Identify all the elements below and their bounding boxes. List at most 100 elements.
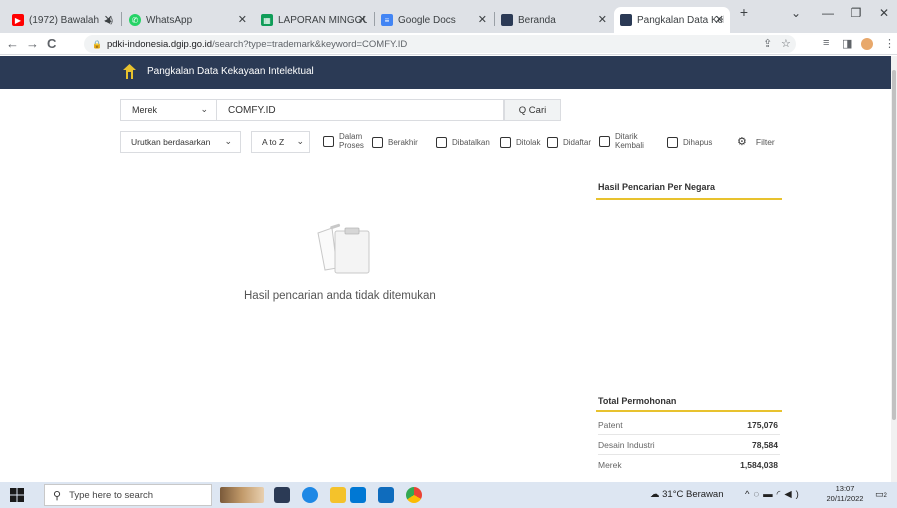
profile-avatar-icon[interactable] xyxy=(861,38,873,50)
chrome-icon[interactable] xyxy=(406,487,422,503)
close-window-button[interactable]: ✕ xyxy=(874,6,894,20)
notification-icon[interactable]: ▭2 xyxy=(875,489,889,501)
tab-separator xyxy=(121,12,122,26)
tab-search-icon[interactable]: ⌄ xyxy=(786,6,806,20)
site-title[interactable]: Pangkalan Data Kekayaan Intelektual xyxy=(147,66,314,77)
restore-button[interactable]: ❐ xyxy=(846,6,866,20)
back-icon[interactable]: ← xyxy=(6,36,19,51)
close-icon[interactable]: ✕ xyxy=(598,13,607,26)
menu-kebab-icon[interactable]: ⋮ xyxy=(884,37,895,50)
bookmark-star-icon[interactable]: ☆ xyxy=(781,37,791,50)
checkbox-berakhir[interactable]: Berakhir xyxy=(372,137,418,148)
checkbox-label: Ditolak xyxy=(516,138,541,147)
chevron-down-icon: ⌄ xyxy=(296,136,304,146)
search-button[interactable]: Q Cari xyxy=(504,99,561,121)
country-results-heading: Hasil Pencarian Per Negara xyxy=(598,182,716,192)
total-applications-heading: Total Permohonan xyxy=(598,396,677,406)
search-type-value: Merek xyxy=(132,105,158,115)
total-label: Merek xyxy=(598,460,622,470)
tab-title: (1972) Bawalah C xyxy=(29,14,100,26)
notification-count: 2 xyxy=(883,493,887,499)
close-icon[interactable]: ✕ xyxy=(478,13,487,26)
task-view-icon[interactable] xyxy=(274,487,290,503)
scrollbar-thumb[interactable] xyxy=(892,70,896,420)
store-icon[interactable] xyxy=(350,487,366,503)
empty-clipboard-icon xyxy=(317,223,370,274)
filter-button[interactable]: ⚙ Filter xyxy=(737,135,775,148)
reload-icon[interactable]: C xyxy=(47,36,56,51)
empty-result-message: Hasil pencarian anda tidak ditemukan xyxy=(244,290,436,302)
checkbox-box[interactable] xyxy=(436,137,447,148)
order-select-value: A to Z xyxy=(262,137,285,147)
address-bar[interactable]: 🔒 pdki-indonesia.dgip.go.id/search?type=… xyxy=(84,35,796,53)
tab-beranda[interactable]: Beranda ✕ xyxy=(495,7,613,33)
checkbox-label: Dalam Proses xyxy=(339,132,364,150)
checkbox-label: Berakhir xyxy=(388,138,418,147)
whatsapp-icon: ✆ xyxy=(129,14,141,26)
search-icon: ⚲ xyxy=(53,489,62,502)
tab-whatsapp[interactable]: ✆ WhatsApp ✕ xyxy=(123,7,253,33)
side-panel-icon[interactable]: ◨ xyxy=(842,37,852,50)
battery-icon[interactable]: ▬ xyxy=(763,489,777,500)
checkbox-label: Dihapus xyxy=(683,138,713,147)
windows-start-icon[interactable] xyxy=(9,487,25,503)
checkbox-box[interactable] xyxy=(323,135,334,147)
order-select[interactable]: A to Z ⌄ xyxy=(251,131,310,153)
chevron-down-icon: ⌄ xyxy=(200,104,208,114)
checkbox-box[interactable] xyxy=(372,137,383,148)
filter-label: Filter xyxy=(755,136,775,147)
checkbox-box[interactable] xyxy=(547,137,558,148)
checkbox-didaftar[interactable]: Didaftar xyxy=(547,137,591,148)
sort-select-value: Urutkan berdasarkan xyxy=(131,137,211,147)
dgip-icon xyxy=(501,14,513,26)
tab-youtube[interactable]: ▶ (1972) Bawalah C ◀) ✕ xyxy=(6,7,119,33)
forward-icon[interactable]: → xyxy=(26,36,39,51)
close-icon[interactable]: ✕ xyxy=(358,13,367,26)
checkbox-dalam-proses[interactable]: Dalam Proses xyxy=(323,132,364,150)
tab-laporan[interactable]: ▦ LAPORAN MINGGUA ✕ xyxy=(255,7,373,33)
tab-title: WhatsApp xyxy=(146,14,193,26)
close-icon[interactable]: ✕ xyxy=(104,13,113,26)
onedrive-icon[interactable]: ◌ xyxy=(753,489,763,500)
total-row-patent: Patent 175,076 xyxy=(598,418,780,435)
total-value: 1,584,038 xyxy=(740,460,778,470)
dgip-logo-icon[interactable] xyxy=(123,64,136,79)
close-icon[interactable]: ✕ xyxy=(238,13,247,26)
tab-google-docs[interactable]: ≡ Google Docs ✕ xyxy=(375,7,493,33)
edge-icon[interactable] xyxy=(302,487,318,503)
checkbox-box[interactable] xyxy=(667,137,678,148)
taskbar-clock[interactable]: 13:07 20/11/2022 xyxy=(823,484,867,504)
minimize-button[interactable]: — xyxy=(818,6,838,20)
new-tab-button[interactable]: + xyxy=(734,4,754,20)
checkbox-box[interactable] xyxy=(599,135,610,147)
search-highlight-icon[interactable] xyxy=(220,487,264,503)
search-input[interactable] xyxy=(216,99,504,121)
lock-icon: 🔒 xyxy=(92,39,102,49)
close-icon[interactable]: ✕ xyxy=(715,13,724,26)
search-type-select[interactable]: Merek ⌄ xyxy=(120,99,216,121)
taskbar-search-box[interactable]: ⚲ Type here to search xyxy=(44,484,212,506)
mail-icon[interactable] xyxy=(378,487,394,503)
checkbox-ditarik-kembali[interactable]: Ditarik Kembali xyxy=(599,132,644,150)
heading-underline xyxy=(596,410,782,412)
checkbox-dibatalkan[interactable]: Dibatalkan xyxy=(436,137,490,148)
address-path: /search?type=trademark&keyword=COMFY.ID xyxy=(212,38,408,50)
share-icon[interactable]: ⇪ xyxy=(763,37,772,50)
file-explorer-icon[interactable] xyxy=(330,487,346,503)
heading-underline xyxy=(596,198,782,200)
cloud-icon: ☁ xyxy=(650,489,660,500)
tab-pangkalan-data[interactable]: Pangkalan Data Keka ✕ xyxy=(614,7,730,33)
docs-icon: ≡ xyxy=(381,14,393,26)
system-tray[interactable]: ^◌▬◜◀) xyxy=(745,489,803,500)
weather-widget[interactable]: ☁ 31°C Berawan xyxy=(650,489,724,500)
tab-title: LAPORAN MINGGUA xyxy=(278,14,367,26)
weather-text: 31°C Berawan xyxy=(662,489,724,500)
checkbox-box[interactable] xyxy=(500,137,511,148)
sort-select[interactable]: Urutkan berdasarkan ⌄ xyxy=(120,131,241,153)
checkbox-dihapus[interactable]: Dihapus xyxy=(667,137,712,148)
reading-list-icon[interactable]: ≡ xyxy=(823,37,829,49)
dgip-icon xyxy=(620,14,632,26)
clock-time: 13:07 xyxy=(835,484,855,493)
volume-icon[interactable]: ◀) xyxy=(784,489,802,500)
checkbox-ditolak[interactable]: Ditolak xyxy=(500,137,540,148)
